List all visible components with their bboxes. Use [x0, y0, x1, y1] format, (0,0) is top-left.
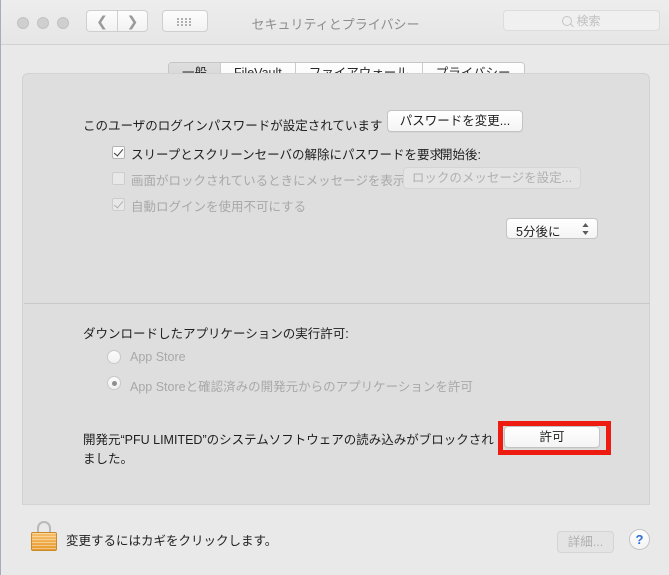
section-divider	[24, 303, 650, 304]
radio-app-store-label: App Store	[130, 350, 186, 364]
delay-label: 開始後:	[440, 148, 481, 162]
password-delay-value: 5分後に	[516, 225, 561, 239]
details-button[interactable]: 詳細...	[557, 531, 614, 553]
disable-auto-login-checkbox[interactable]	[112, 198, 125, 211]
radio-app-store-and-identified-developers-label: App Storeと確認済みの開発元からのアプリケーションを許可	[130, 380, 473, 394]
set-lock-message-button[interactable]: ロックのメッセージを設定...	[403, 167, 581, 189]
search-placeholder: 検索	[576, 14, 601, 28]
password-delay-popup[interactable]: 5分後に	[506, 218, 598, 239]
system-preferences-window: ❮ ❯ セキュリティとプライバシー 検索 一般 FileVault ファイアウォ…	[0, 0, 669, 575]
window-titlebar: ❮ ❯ セキュリティとプライバシー 検索	[1, 0, 669, 45]
search-icon	[562, 15, 573, 26]
checkmark-icon	[113, 198, 124, 209]
disable-auto-login-label: 自動ログインを使用不可にする	[131, 200, 307, 214]
require-password-label: スリープとスクリーンセーバの解除にパスワードを要求	[131, 148, 443, 162]
chevron-up-down-icon	[582, 223, 589, 235]
change-password-button[interactable]: パスワードを変更...	[387, 110, 523, 132]
show-lock-message-checkbox[interactable]	[112, 172, 125, 185]
radio-app-store[interactable]	[107, 350, 121, 364]
download-section-heading: ダウンロードしたアプリケーションの実行許可:	[83, 327, 349, 341]
show-lock-message-label: 画面がロックされているときにメッセージを表示	[131, 174, 406, 188]
blocked-notice-line1: 開発元“PFU LIMITED”のシステムソフトウェアの読み込みがブロックされ	[83, 433, 494, 447]
help-button[interactable]: ?	[629, 529, 650, 550]
padlock-closed-icon[interactable]	[31, 521, 57, 551]
require-password-checkbox[interactable]	[112, 146, 125, 159]
search-input[interactable]: 検索	[503, 10, 660, 31]
blocked-notice-line2: ました。	[83, 452, 134, 466]
lock-hint-label: 変更するにはカギをクリックします。	[66, 534, 278, 548]
checkmark-icon	[113, 146, 124, 157]
radio-selected-dot-icon	[111, 380, 117, 386]
radio-app-store-and-identified-developers[interactable]	[107, 376, 121, 390]
password-status-label: このユーザのログインパスワードが設定されています	[83, 119, 383, 133]
allow-button-highlight	[498, 421, 611, 455]
